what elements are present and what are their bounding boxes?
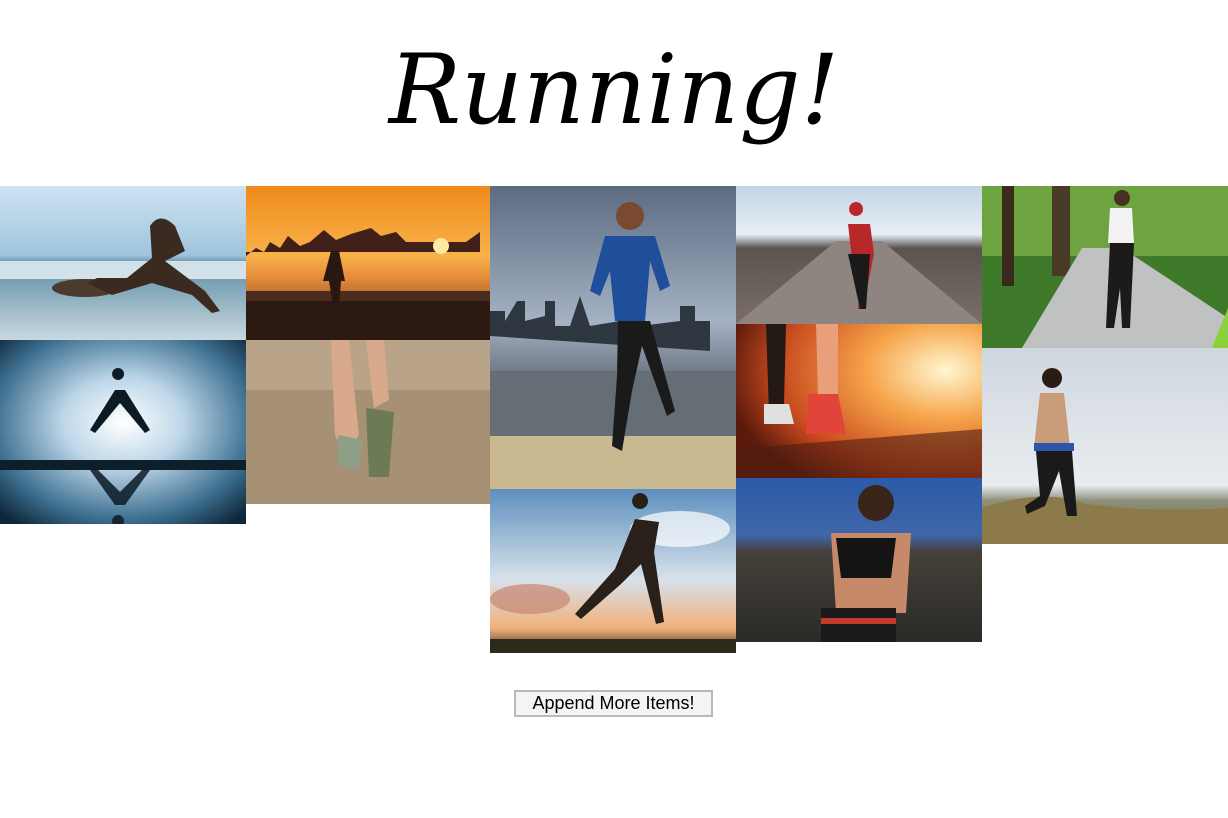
photo-blue-jacket-runner[interactable]: [490, 186, 736, 489]
photo-trail-shoes[interactable]: [246, 340, 490, 504]
photo-sunset-skyline[interactable]: [246, 186, 490, 340]
page-title: Running!: [388, 34, 840, 146]
photo-reflection-silhouette[interactable]: [0, 340, 246, 524]
photo-sky-silhouette[interactable]: [490, 489, 736, 653]
photo-tree-path-runner[interactable]: [982, 186, 1228, 348]
append-more-items-button[interactable]: Append More Items!: [514, 690, 713, 717]
photo-red-jacket-road[interactable]: [736, 186, 982, 324]
photo-hill-runner[interactable]: [982, 348, 1228, 544]
photo-beach-leap[interactable]: [0, 186, 246, 340]
photo-sunset-shoes[interactable]: [736, 324, 982, 478]
photo-earphones-runner[interactable]: [736, 478, 982, 642]
